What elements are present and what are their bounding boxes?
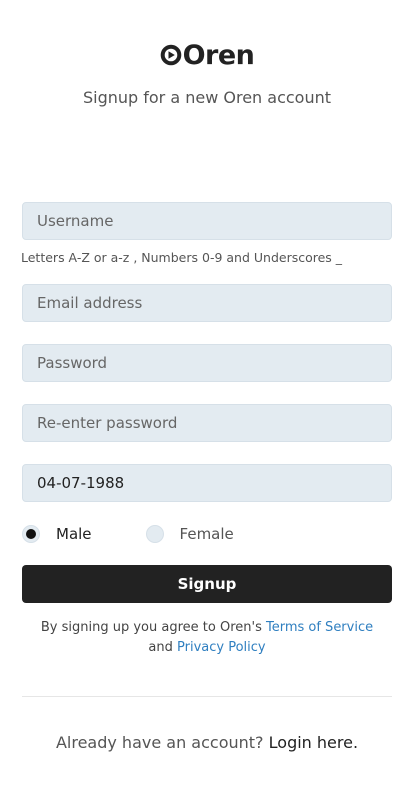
brand-logo: Oren (0, 38, 414, 72)
privacy-policy-link[interactable]: Privacy Policy (177, 640, 266, 655)
signup-button[interactable]: Signup (22, 565, 392, 603)
email-input[interactable] (22, 284, 392, 322)
gender-radio-group: Male Female (22, 523, 234, 545)
username-hint: Letters A-Z or a-z , Numbers 0-9 and Und… (21, 250, 343, 265)
male-radio[interactable] (22, 525, 40, 543)
reenter-password-input[interactable] (22, 404, 392, 442)
terms-prefix: By signing up you agree to Oren's (40, 620, 262, 635)
terms-of-service-link[interactable]: Terms of Service (266, 620, 373, 635)
divider (22, 696, 392, 697)
login-prompt-row: Already have an account? Login here. (0, 733, 414, 752)
date-of-birth-input[interactable] (22, 464, 392, 502)
brand-name: Oren (182, 39, 255, 71)
male-label: Male (56, 525, 92, 543)
gender-option-male[interactable]: Male (22, 525, 92, 543)
female-label: Female (179, 525, 234, 543)
login-prompt: Already have an account? (55, 733, 264, 752)
female-radio[interactable] (145, 525, 164, 543)
page-subtitle: Signup for a new Oren account (82, 88, 332, 107)
terms-notice: By signing up you agree to Oren's Terms … (22, 618, 392, 658)
gender-option-female[interactable]: Female (145, 525, 234, 543)
username-input[interactable] (22, 202, 392, 240)
radio-selected-dot (26, 529, 36, 539)
terms-conjunction: and (148, 640, 173, 655)
login-link[interactable]: Login here. (269, 733, 358, 752)
password-input[interactable] (22, 344, 392, 382)
oren-logo-icon (160, 44, 181, 66)
